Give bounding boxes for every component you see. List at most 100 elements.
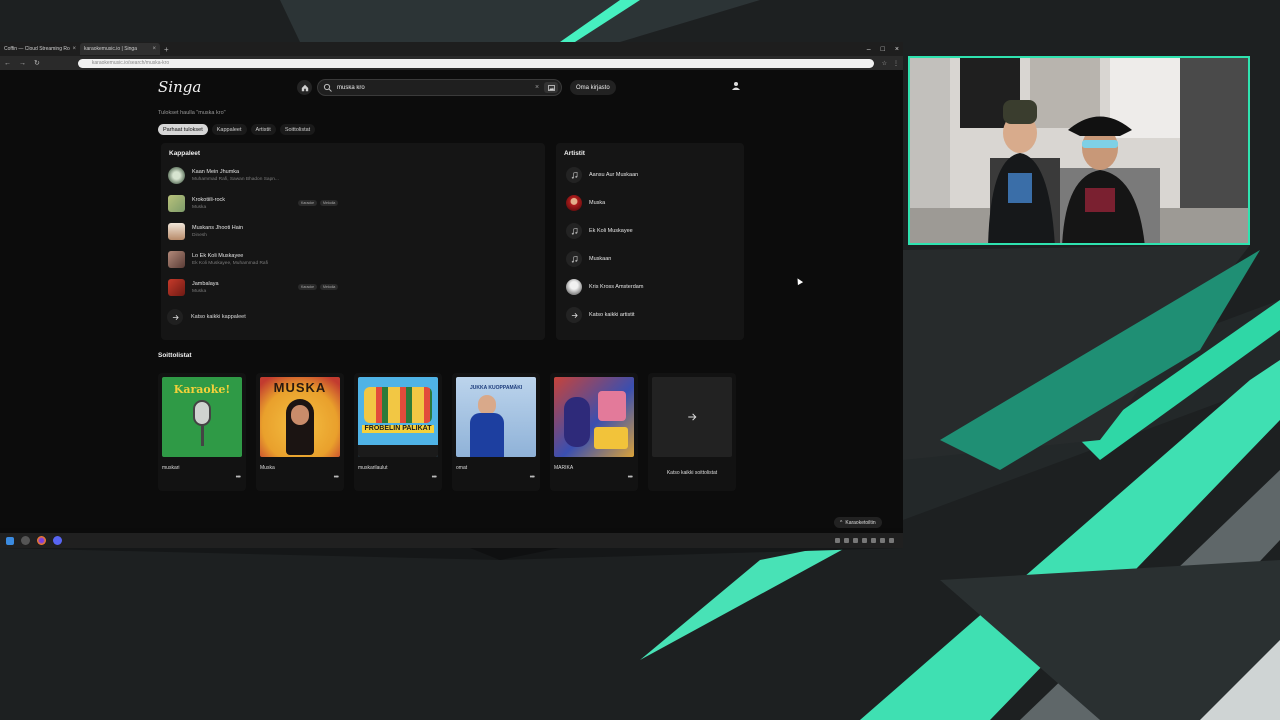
close-tab-icon[interactable]: × — [152, 46, 156, 52]
tray-icon[interactable] — [835, 538, 841, 543]
music-note-icon — [566, 167, 582, 183]
clear-search-icon[interactable]: × — [530, 84, 544, 91]
forward-icon[interactable]: → — [19, 60, 26, 67]
image-search-button[interactable] — [544, 82, 558, 93]
karaoke-mode-button[interactable]: ^ Karaoketoiltin — [834, 517, 882, 528]
song-title: Kaan Mein Jhumka — [192, 169, 240, 175]
song-row[interactable]: Jambalaya Muska Karaoke Melodia — [167, 277, 539, 299]
search-icon[interactable] — [21, 536, 30, 545]
artist-row[interactable]: Muskaan — [566, 251, 611, 267]
song-title: Krokotiili-rock — [192, 197, 226, 203]
see-all-artists-link[interactable]: Katso kaikki artistit — [566, 307, 635, 323]
system-tray — [835, 533, 899, 548]
clock[interactable] — [898, 536, 899, 546]
minimize-icon[interactable]: – — [867, 46, 871, 53]
tab-coffin[interactable]: Coffin — Cloud Streaming Ro × — [0, 43, 80, 55]
close-tab-icon[interactable]: × — [72, 46, 76, 52]
home-button[interactable] — [297, 80, 312, 95]
artist-row[interactable]: Muska — [566, 195, 605, 211]
more-options-icon[interactable]: ••• — [334, 474, 339, 481]
network-icon[interactable] — [889, 538, 895, 543]
tab-singa[interactable]: karaokemusic.io | Singa × — [80, 43, 160, 55]
user-icon[interactable] — [731, 81, 741, 91]
song-row[interactable]: Krokotiili-rock Muska Karaoke Melodia — [167, 193, 539, 215]
song-row[interactable]: Lo Ek Koli Muskayee Ek Koli Muskayee, Mu… — [167, 249, 539, 271]
playlist-card[interactable]: FROBELIN PALIKAT muskarilaulut ••• — [354, 373, 442, 491]
chevron-up-icon: ^ — [840, 519, 843, 526]
firefox-icon[interactable] — [37, 536, 46, 545]
filter-songs[interactable]: Kappaleet — [211, 124, 247, 135]
back-icon[interactable]: ← — [4, 60, 11, 67]
playlist-name: MARIKA — [554, 465, 574, 471]
tray-icon[interactable] — [844, 538, 850, 543]
image-icon — [547, 84, 555, 91]
more-options-icon[interactable]: ••• — [236, 474, 241, 481]
search-input[interactable] — [333, 84, 530, 91]
tab-title: Coffin — Cloud Streaming Ro — [4, 46, 70, 52]
playlist-cover — [554, 377, 634, 457]
playlist-card[interactable]: JUKKA KUOPPAMÄKI omat ••• — [452, 373, 540, 491]
artist-row[interactable]: Kris Kross Amsterdam — [566, 279, 643, 295]
see-all-playlists-card[interactable]: Katso kaikki soittolistat — [648, 373, 736, 491]
see-all-songs-label: Katso kaikki kappaleet — [191, 314, 246, 320]
reload-icon[interactable]: ↻ — [34, 59, 40, 67]
url-field[interactable]: karaokemusic.io/search/muska-kro — [77, 58, 874, 68]
filter-top-results[interactable]: Parhaat tulokset — [158, 124, 208, 135]
new-tab-icon[interactable]: + — [160, 45, 173, 54]
playlist-cover: FROBELIN PALIKAT — [358, 377, 438, 457]
arrow-right-icon — [652, 377, 732, 457]
home-icon — [301, 84, 308, 91]
song-tag: Karaoke — [298, 200, 318, 206]
more-options-icon[interactable]: ••• — [530, 474, 535, 481]
tray-icon[interactable] — [871, 538, 877, 543]
playlist-name: omat — [456, 465, 468, 471]
library-button[interactable]: Oma kirjasto — [570, 80, 616, 95]
playlist-name: muskarilaulut — [358, 465, 388, 471]
start-icon[interactable] — [6, 536, 14, 545]
playlists-heading: Soittolistat — [158, 352, 192, 359]
singa-logo[interactable]: Singa — [158, 78, 201, 96]
volume-icon[interactable] — [880, 538, 886, 543]
song-tag: Melodia — [320, 200, 339, 206]
playlist-card[interactable]: MUSKA Muska ••• — [256, 373, 344, 491]
filter-playlists[interactable]: Soittolistat — [279, 124, 316, 135]
window-controls: – □ × — [867, 42, 899, 56]
playlist-card[interactable]: Karaoke! muskari ••• — [158, 373, 246, 491]
address-toolbar: ← → ↻ karaokemusic.io/search/muska-kro ☆… — [0, 56, 903, 70]
close-window-icon[interactable]: × — [895, 46, 899, 53]
cover-title: MUSKA — [273, 380, 327, 395]
artist-row[interactable]: Aansu Aur Muskaan — [566, 167, 638, 183]
songs-panel: Kappaleet Kaan Mein Jhumka Muhammad Rafi… — [161, 143, 545, 340]
song-artist: Ek Koli Muskayee, Muhammad Rafi — [192, 261, 268, 266]
discord-icon[interactable] — [53, 536, 62, 545]
tray-icon[interactable] — [862, 538, 868, 543]
artist-name: Aansu Aur Muskaan — [589, 172, 639, 178]
playlist-name: Muska — [260, 465, 275, 471]
artist-row[interactable]: Ek Koli Muskayee — [566, 223, 633, 239]
song-thumbnail — [168, 251, 185, 268]
tray-icon[interactable] — [853, 538, 859, 543]
song-artist: Muska — [192, 289, 207, 294]
song-title: Jambalaya — [192, 281, 219, 287]
results-title: Tulokset haulla "muska kro" — [158, 110, 226, 116]
maximize-icon[interactable]: □ — [881, 46, 885, 53]
extensions-icon[interactable]: ⋮ — [893, 60, 899, 67]
song-row[interactable]: Kaan Mein Jhumka Muhammad Rafi, Sawan Bh… — [167, 165, 539, 187]
more-options-icon[interactable]: ••• — [432, 474, 437, 481]
song-row[interactable]: Muskans Jhooti Hain Dinesh — [167, 221, 539, 243]
bookmark-icon[interactable]: ☆ — [882, 60, 887, 67]
search-icon — [323, 83, 332, 92]
playlist-cover: Karaoke! — [162, 377, 242, 457]
more-options-icon[interactable]: ••• — [628, 474, 633, 481]
see-all-songs-link[interactable]: Katso kaikki kappaleet — [167, 309, 246, 325]
filter-artists[interactable]: Artistit — [250, 124, 276, 135]
playlist-card[interactable]: MARIKA ••• — [550, 373, 638, 491]
song-thumbnail — [168, 167, 185, 184]
song-title: Muskans Jhooti Hain — [192, 225, 244, 231]
cover-title: JUKKA KUOPPAMÄKI — [470, 385, 523, 391]
url-text: karaokemusic.io/search/muska-kro — [91, 60, 170, 66]
webcam-image — [910, 58, 1248, 243]
cover-title: FROBELIN PALIKAT — [362, 425, 434, 433]
song-tag: Melodia — [320, 284, 339, 290]
playlist-cover: MUSKA — [260, 377, 340, 457]
